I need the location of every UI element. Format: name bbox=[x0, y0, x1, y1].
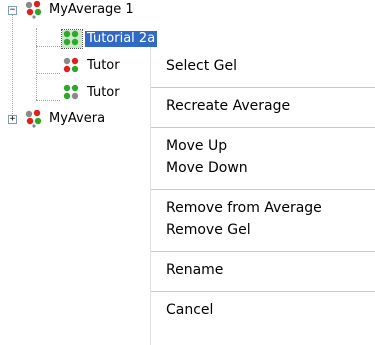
menu-separator bbox=[151, 189, 375, 190]
tree-node-label: MyAverage 1 bbox=[49, 2, 134, 17]
menu-item-remove-gel[interactable]: Remove Gel bbox=[151, 219, 375, 241]
tree-guide-line bbox=[36, 100, 60, 101]
menu-separator bbox=[151, 87, 375, 88]
tree-guide-line bbox=[36, 73, 60, 74]
menu-item-remove-from-average[interactable]: Remove from Average bbox=[151, 197, 375, 219]
gel-icon bbox=[62, 84, 82, 102]
tree-guide-line bbox=[12, 10, 13, 118]
menu-separator bbox=[151, 251, 375, 252]
collapse-toggle[interactable]: − bbox=[8, 6, 17, 15]
menu-item-recreate-average[interactable]: Recreate Average bbox=[151, 95, 375, 117]
context-menu: Select Gel Recreate Average Move Up Move… bbox=[150, 47, 375, 345]
gel-average-icon bbox=[25, 1, 45, 19]
menu-item-move-up[interactable]: Move Up bbox=[151, 135, 375, 157]
tree-node-label: Tutor bbox=[87, 85, 120, 100]
gel-average-icon bbox=[25, 110, 45, 128]
gel-icon bbox=[62, 57, 82, 75]
tree-guide-line bbox=[36, 28, 37, 100]
tree-node-label: MyAvera bbox=[49, 111, 106, 126]
menu-item-move-down[interactable]: Move Down bbox=[151, 157, 375, 179]
menu-separator bbox=[151, 127, 375, 128]
gel-icon bbox=[61, 29, 83, 49]
expand-toggle[interactable]: + bbox=[8, 115, 17, 124]
tree-node-label-selected: Tutorial 2a bbox=[83, 30, 159, 48]
menu-item-cancel[interactable]: Cancel bbox=[151, 299, 375, 321]
menu-item-select-gel[interactable]: Select Gel bbox=[151, 55, 375, 77]
tree-guide-line bbox=[36, 46, 60, 47]
menu-item-rename[interactable]: Rename bbox=[151, 259, 375, 281]
menu-separator bbox=[151, 291, 375, 292]
tree-node-label: Tutor bbox=[87, 58, 120, 73]
